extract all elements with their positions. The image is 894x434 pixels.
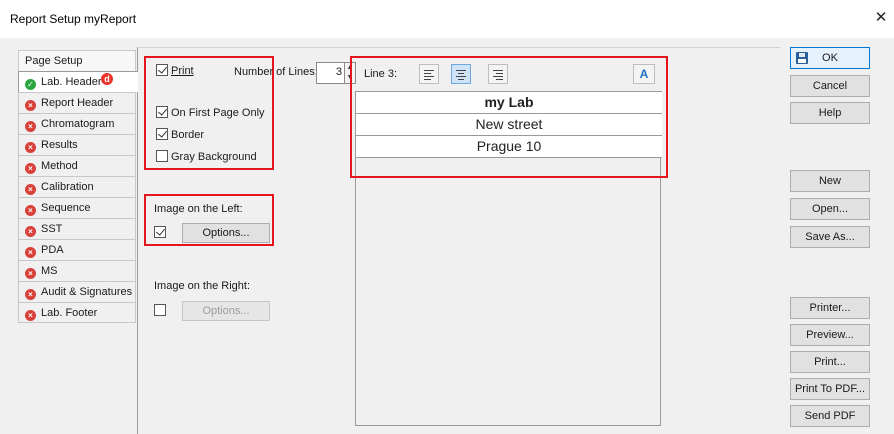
title-bar: Report Setup myReport ✕	[0, 0, 894, 38]
lab-header-panel: Print On First Page Only Border Gray Bac…	[137, 47, 780, 434]
first-page-label: On First Page Only	[171, 107, 265, 119]
font-button[interactable]: A	[633, 64, 655, 84]
help-button[interactable]: Help	[790, 102, 870, 124]
x-circle-icon: ×	[25, 268, 36, 279]
image-right-checkbox[interactable]	[154, 304, 169, 317]
line-label: Line 3:	[364, 68, 398, 80]
image-left-checkbox-box[interactable]	[154, 226, 166, 238]
tab-method[interactable]: × Method	[18, 155, 136, 176]
first-page-checkbox-box[interactable]	[156, 106, 168, 118]
x-circle-icon: ×	[25, 289, 36, 300]
send-pdf-button[interactable]: Send PDF	[790, 405, 870, 427]
tab-label: Report Header	[41, 97, 114, 109]
section-tabs: Page Setup ✓ Lab. Header d × Report Header…	[18, 50, 138, 323]
spinner-arrows[interactable]: ▲ ▼	[344, 63, 355, 83]
image-right-checkbox-box[interactable]	[154, 304, 166, 316]
spinner-up-icon[interactable]: ▲	[345, 63, 355, 73]
window-title: Report Setup myReport	[10, 12, 137, 26]
gray-background-checkbox-box[interactable]	[156, 150, 168, 162]
print-checkbox[interactable]: Print	[156, 64, 194, 77]
number-of-lines-spinner[interactable]: 3 ▲ ▼	[316, 62, 356, 84]
printer-button[interactable]: Printer...	[790, 297, 870, 319]
tab-label: Method	[41, 160, 78, 172]
x-circle-icon: ×	[25, 205, 36, 216]
tab-lab-footer[interactable]: × Lab. Footer	[18, 302, 136, 323]
tab-page-setup[interactable]: Page Setup	[18, 50, 136, 71]
print-checkbox-box[interactable]	[156, 64, 168, 76]
spinner-down-icon[interactable]: ▼	[345, 73, 355, 83]
tab-label: Chromatogram	[41, 118, 115, 130]
tab-chromatogram[interactable]: × Chromatogram	[18, 113, 136, 134]
x-circle-icon: ×	[25, 142, 36, 153]
preview-line-3[interactable]: Prague 10	[356, 135, 662, 157]
align-left-button[interactable]	[419, 64, 439, 84]
cancel-button[interactable]: Cancel	[790, 75, 870, 97]
ok-button[interactable]: OK	[790, 47, 870, 69]
image-left-options-button[interactable]: Options...	[182, 223, 270, 243]
save-as-button[interactable]: Save As...	[790, 226, 870, 248]
x-circle-icon: ×	[25, 163, 36, 174]
number-of-lines-value: 3	[335, 66, 342, 78]
x-circle-icon: ×	[25, 226, 36, 237]
image-left-label: Image on the Left:	[154, 203, 243, 215]
save-icon	[796, 52, 808, 64]
close-icon[interactable]: ✕	[872, 9, 890, 27]
x-circle-icon: ×	[25, 184, 36, 195]
tab-label: Lab. Footer	[41, 307, 98, 319]
align-center-button[interactable]	[451, 64, 471, 84]
gray-background-checkbox[interactable]: Gray Background	[156, 150, 257, 163]
image-right-options-button: Options...	[182, 301, 270, 321]
tab-lab-header[interactable]: ✓ Lab. Header d	[18, 71, 138, 92]
tab-report-header[interactable]: × Report Header	[18, 92, 136, 113]
tab-calibration[interactable]: × Calibration	[18, 176, 136, 197]
border-checkbox-box[interactable]	[156, 128, 168, 140]
tab-label: Audit & Signatures	[41, 286, 133, 298]
tab-sequence[interactable]: × Sequence	[18, 197, 136, 218]
x-circle-icon: ×	[25, 310, 36, 321]
tab-pda[interactable]: × PDA	[18, 239, 136, 260]
tab-label: Sequence	[41, 202, 91, 214]
image-right-label: Image on the Right:	[154, 280, 251, 292]
tab-sst[interactable]: × SST	[18, 218, 136, 239]
image-left-checkbox[interactable]	[154, 226, 169, 239]
x-circle-icon: ×	[25, 121, 36, 132]
first-page-only-checkbox[interactable]: On First Page Only	[156, 106, 265, 119]
tab-results[interactable]: × Results	[18, 134, 136, 155]
x-circle-icon: ×	[25, 100, 36, 111]
print-label: Print	[171, 65, 194, 77]
preview-line-1[interactable]: my Lab	[356, 91, 662, 113]
tab-label: SST	[41, 223, 63, 235]
check-circle-icon: ✓	[25, 79, 36, 90]
new-button[interactable]: New	[790, 170, 870, 192]
border-checkbox[interactable]: Border	[156, 128, 204, 141]
dialog-client: Page Setup ✓ Lab. Header d × Report Header…	[0, 38, 894, 434]
print-button[interactable]: Print...	[790, 351, 870, 373]
x-circle-icon: ×	[25, 247, 36, 258]
open-button[interactable]: Open...	[790, 198, 870, 220]
print-to-pdf-button[interactable]: Print To PDF...	[790, 378, 870, 400]
header-preview: my Lab New street Prague 10	[355, 91, 662, 426]
preview-line-2[interactable]: New street	[356, 113, 662, 135]
callout-badge: d	[101, 73, 113, 85]
tab-label: MS	[41, 265, 58, 277]
number-of-lines-label: Number of Lines:	[234, 66, 318, 78]
ok-label: OK	[822, 52, 838, 64]
preview-divider	[356, 157, 662, 158]
tab-label: Lab. Header	[41, 76, 102, 88]
tab-label: Calibration	[41, 181, 94, 193]
tab-audit-signatures[interactable]: × Audit & Signatures	[18, 281, 136, 302]
border-label: Border	[171, 129, 205, 141]
tab-label: Page Setup	[25, 55, 83, 67]
tab-ms[interactable]: × MS	[18, 260, 136, 281]
tab-label: Results	[41, 139, 78, 151]
align-right-button[interactable]	[488, 64, 508, 84]
tab-label: PDA	[41, 244, 64, 256]
preview-button[interactable]: Preview...	[790, 324, 870, 346]
gray-background-label: Gray Background	[171, 151, 257, 163]
